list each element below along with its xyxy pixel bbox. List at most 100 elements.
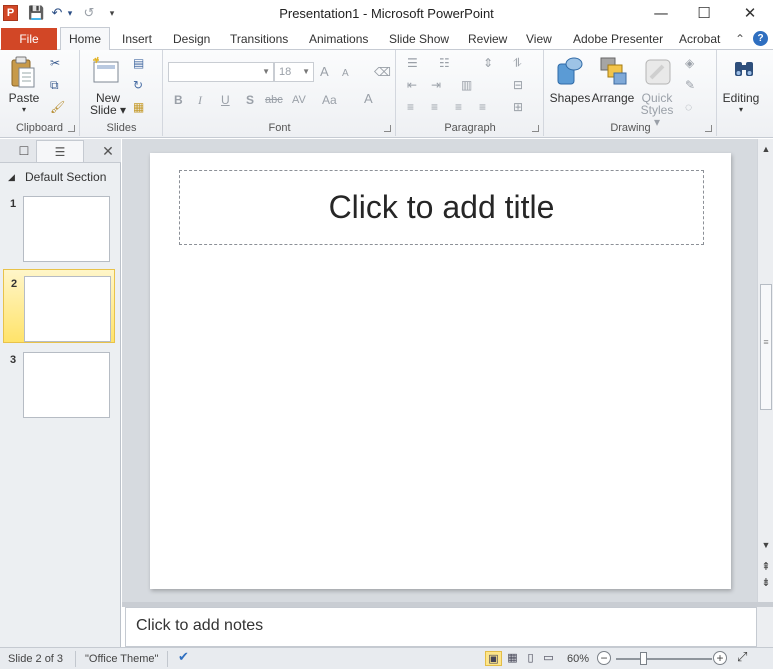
reading-view-icon[interactable]: ▯	[522, 651, 539, 666]
slide-canvas[interactable]: Click to add title	[150, 153, 731, 589]
align-text-icon[interactable]: ⊟	[513, 78, 523, 92]
title-placeholder[interactable]: Click to add title	[179, 170, 704, 245]
font-name-combo[interactable]: ▼	[168, 62, 274, 82]
collapse-ribbon-icon[interactable]: ⌃	[735, 28, 745, 50]
font-size-combo[interactable]: 18 ▼	[274, 62, 314, 82]
normal-view-icon[interactable]: ▣	[485, 651, 502, 666]
tab-insert[interactable]: Insert	[122, 28, 152, 50]
change-case-icon[interactable]: Aa	[322, 93, 337, 107]
decrease-indent-icon[interactable]: ⇤	[407, 78, 417, 92]
tab-acrobat[interactable]: Acrobat	[679, 28, 720, 50]
new-slide-icon[interactable]	[91, 56, 121, 86]
zoom-in-icon[interactable]: +	[713, 651, 727, 665]
notes-pane[interactable]: Click to add notes	[125, 607, 757, 647]
copy-icon[interactable]: ⧉	[50, 78, 59, 92]
zoom-slider[interactable]	[616, 658, 712, 660]
slide-thumbnail-1[interactable]: 1	[3, 190, 115, 264]
notes-scrollbar[interactable]	[757, 607, 773, 647]
theme-name[interactable]: "Office Theme"	[85, 652, 158, 666]
zoom-out-icon[interactable]: −	[597, 651, 611, 665]
clear-formatting-icon[interactable]: ⌫	[374, 65, 391, 79]
bullets-icon[interactable]: ☰	[407, 56, 418, 70]
underline-icon[interactable]: U	[221, 93, 230, 107]
help-icon[interactable]: ?	[753, 31, 768, 46]
character-spacing-icon[interactable]: AV	[292, 93, 306, 107]
strikethrough-icon[interactable]: abc	[265, 93, 283, 107]
paste-dropdown-icon[interactable]: ▾	[4, 104, 44, 116]
shape-effects-icon[interactable]: ◌	[685, 100, 692, 114]
paste-button[interactable]: Paste	[4, 92, 44, 104]
tab-file[interactable]: File	[1, 28, 57, 50]
paste-icon[interactable]	[10, 56, 36, 90]
format-painter-icon[interactable]: 🖌	[50, 100, 65, 114]
zoom-slider-thumb[interactable]	[640, 652, 647, 665]
cut-icon[interactable]: ✂	[50, 56, 60, 70]
slide-thumbnail-3[interactable]: 3	[3, 346, 115, 420]
close-pane-icon[interactable]: ✕	[96, 140, 120, 162]
tab-slide-show[interactable]: Slide Show	[389, 28, 449, 50]
bold-icon[interactable]: B	[174, 93, 183, 107]
font-color-icon[interactable]: A	[364, 92, 373, 106]
spell-check-icon[interactable]: ✔	[178, 650, 189, 664]
tab-adobe-presenter[interactable]: Adobe Presenter	[573, 28, 663, 50]
editing-button[interactable]: Editing	[718, 92, 764, 104]
layout-icon[interactable]: ▤	[133, 56, 144, 70]
section-header[interactable]: ◢ Default Section	[0, 167, 121, 187]
next-slide-icon[interactable]: ⇟	[758, 575, 773, 591]
tab-home[interactable]: Home	[60, 27, 110, 51]
notes-placeholder[interactable]: Click to add notes	[136, 617, 263, 635]
tab-animations[interactable]: Animations	[309, 28, 368, 50]
font-group: ▼ 18 ▼ A A ⌫ B I U S abc AV Aa A Font	[164, 50, 396, 136]
shape-outline-icon[interactable]: ✎	[685, 78, 695, 92]
section-collapse-icon[interactable]: ◢	[8, 167, 15, 187]
tab-outline[interactable]: ☰	[36, 140, 84, 162]
reset-slide-icon[interactable]: ↻	[133, 78, 143, 92]
slides-group-label: Slides	[106, 122, 137, 134]
smartart-icon[interactable]: ⊞	[513, 100, 523, 114]
italic-icon[interactable]: I	[198, 93, 202, 107]
close-button[interactable]: ✕	[735, 3, 765, 23]
minimize-button[interactable]: —	[646, 3, 676, 23]
tab-design[interactable]: Design	[173, 28, 210, 50]
scroll-down-icon[interactable]: ▼	[758, 537, 773, 553]
shapes-icon[interactable]	[555, 56, 585, 88]
scroll-up-icon[interactable]: ▲	[758, 141, 773, 157]
slide-show-icon[interactable]: ▭	[540, 651, 557, 666]
new-slide-dropdown[interactable]: Slide ▾	[86, 104, 130, 116]
vertical-scrollbar[interactable]: ▲ ≡ ▼ ⇞ ⇟	[757, 139, 773, 602]
grow-font-icon[interactable]: A	[320, 65, 329, 79]
editing-dropdown-icon[interactable]: ▾	[718, 104, 764, 116]
arrange-button[interactable]: Arrange	[591, 92, 635, 104]
font-launcher-icon[interactable]	[384, 125, 391, 132]
shrink-font-icon[interactable]: A	[342, 67, 349, 81]
tab-review[interactable]: Review	[468, 28, 507, 50]
zoom-level[interactable]: 60%	[567, 652, 589, 666]
shape-fill-icon[interactable]: ◈	[685, 56, 694, 70]
scroll-thumb[interactable]: ≡	[760, 284, 772, 410]
drawing-launcher-icon[interactable]	[705, 125, 712, 132]
binoculars-icon[interactable]	[732, 58, 756, 82]
align-left-icon[interactable]: ≡	[407, 100, 414, 114]
paragraph-launcher-icon[interactable]	[532, 125, 539, 132]
text-direction-icon[interactable]: ⥮	[513, 56, 522, 70]
fit-to-window-icon[interactable]: ⤢	[737, 650, 747, 664]
quick-styles-icon[interactable]	[643, 56, 673, 88]
columns-icon[interactable]: ▥	[461, 78, 472, 92]
tab-transitions[interactable]: Transitions	[230, 28, 288, 50]
text-shadow-icon[interactable]: S	[246, 93, 254, 107]
numbering-icon[interactable]: ☷	[439, 56, 450, 70]
align-right-icon[interactable]: ≡	[455, 100, 462, 114]
maximize-button[interactable]: ☐	[689, 3, 719, 23]
arrange-icon[interactable]	[599, 56, 629, 88]
center-icon[interactable]: ≡	[431, 100, 438, 114]
section-icon[interactable]: ▦	[133, 100, 144, 114]
shapes-button[interactable]: Shapes	[547, 92, 593, 104]
tab-view[interactable]: View	[526, 28, 552, 50]
slide-thumbnail-2[interactable]: 2	[3, 269, 115, 343]
previous-slide-icon[interactable]: ⇞	[758, 559, 773, 575]
clipboard-launcher-icon[interactable]	[68, 125, 75, 132]
slide-sorter-icon[interactable]: ▦	[504, 651, 521, 666]
increase-indent-icon[interactable]: ⇥	[431, 78, 441, 92]
line-spacing-icon[interactable]: ⇕	[483, 56, 493, 70]
justify-icon[interactable]: ≡	[479, 100, 486, 114]
